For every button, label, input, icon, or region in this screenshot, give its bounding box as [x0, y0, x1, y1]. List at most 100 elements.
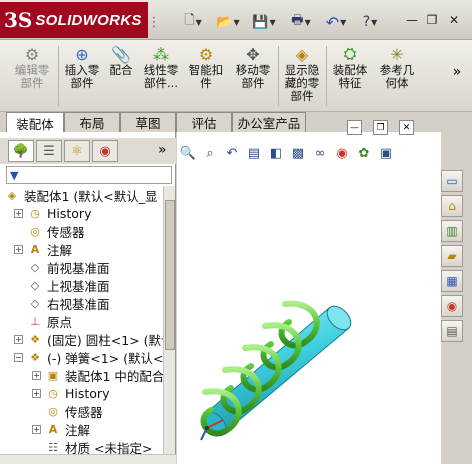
- ribbon-divider: [326, 46, 327, 106]
- scrollbar-thumb[interactable]: [165, 200, 175, 350]
- undo-button[interactable]: ↶ ▼: [322, 12, 350, 32]
- solidworks-resources-tab[interactable]: ▭: [441, 170, 463, 192]
- tree-node-spring[interactable]: − ❖ (-) 弹簧<1> (默认<<: [14, 348, 163, 366]
- open-document-button[interactable]: 📂 ▼: [214, 12, 242, 32]
- design-library-tab[interactable]: ▥: [441, 220, 463, 242]
- tree-node-label: 上视基准面: [47, 278, 110, 294]
- linear-pattern-button[interactable]: ⁂ 线性零 部件...: [138, 44, 184, 110]
- appearances-tab[interactable]: ◉: [441, 295, 463, 317]
- graphics-viewport[interactable]: — ❐ ✕ 🔍 ⌕ ↶ ▤ ◧ ▩ ∞ ◉ ✿ ▣: [177, 120, 441, 464]
- tab-evaluate[interactable]: 评估: [176, 112, 232, 132]
- part-icon: ❖: [30, 350, 40, 364]
- tree-node-label: 材质 <未指定>: [65, 440, 153, 455]
- configuration-manager-tab[interactable]: ⚛: [64, 140, 90, 162]
- feature-manager-tab[interactable]: 🌳: [8, 140, 34, 162]
- help-button[interactable]: ? ▼: [358, 12, 382, 32]
- insert-component-button[interactable]: ⊕ 插入零 部件: [60, 44, 104, 110]
- toolbar-gripper: ⋮: [147, 14, 161, 30]
- reference-geometry-icon: ✳: [390, 44, 404, 64]
- app-name: SOLIDWORKS: [35, 11, 142, 29]
- plane-icon: ◇: [30, 278, 40, 292]
- tree-node-cylinder[interactable]: + ❖ (固定) 圆柱<1> (默认: [14, 330, 163, 348]
- home-icon: ⌂: [448, 199, 456, 213]
- tree-node-material[interactable]: ☷ 材质 <未指定>: [45, 438, 153, 455]
- file-explorer-tab[interactable]: ▰: [441, 245, 463, 267]
- tree-node-label: History: [65, 385, 110, 401]
- expand-icon[interactable]: +: [14, 244, 23, 254]
- appearance-sphere-icon: ◉: [446, 299, 458, 313]
- tree-node-right-plane[interactable]: ◇ 右视基准面: [27, 294, 110, 312]
- expand-icon[interactable]: +: [14, 334, 23, 344]
- assembly-feature-button[interactable]: ⛭ 装配体 特征: [328, 44, 372, 110]
- tab-sketch[interactable]: 草图: [120, 112, 176, 132]
- annotation-icon: A: [48, 422, 58, 436]
- expand-icon[interactable]: +: [14, 208, 23, 218]
- material-icon: ☷: [48, 440, 58, 454]
- tab-layout[interactable]: 布局: [64, 112, 120, 132]
- custom-properties-tab[interactable]: ▤: [441, 320, 463, 342]
- chevron-down-icon: ▼: [340, 17, 347, 27]
- tree-node-origin[interactable]: ⊥ 原点: [27, 312, 72, 330]
- expand-icon[interactable]: +: [32, 388, 41, 398]
- spring-cylinder-model[interactable]: [177, 132, 441, 464]
- appearance-sphere-icon: ◉: [99, 143, 111, 159]
- ribbon-divider: [278, 46, 279, 106]
- tree-horizontal-scrollbar[interactable]: [0, 454, 176, 464]
- tree-node-top-plane[interactable]: ◇ 上视基准面: [27, 276, 110, 294]
- smart-fastener-button[interactable]: ⚙ 智能扣 件: [186, 44, 226, 110]
- reference-geometry-button[interactable]: ✳ 参考几 何体: [374, 44, 420, 110]
- tree-filter-box[interactable]: ▼: [6, 166, 172, 184]
- minimize-button[interactable]: —: [404, 12, 420, 28]
- insert-component-label: 插入零 部件: [64, 63, 100, 90]
- tree-node-label: History: [47, 205, 92, 221]
- filter-icon: ▼: [10, 168, 19, 182]
- sensor-icon: ◎: [30, 224, 40, 238]
- view-palette-tab[interactable]: ▦: [441, 270, 463, 292]
- restore-button[interactable]: ❐: [424, 12, 440, 28]
- tree-node-spring-annotations[interactable]: + A 注解: [32, 420, 90, 438]
- display-manager-tab[interactable]: ◉: [92, 140, 118, 162]
- tree-node-spring-sensors[interactable]: ◎ 传感器: [45, 402, 103, 420]
- new-document-button[interactable]: 🗋 ▼: [180, 12, 206, 32]
- linear-pattern-icon: ⁂: [153, 44, 169, 64]
- double-chevron-right-icon: »: [452, 64, 462, 80]
- expand-icon[interactable]: +: [32, 424, 41, 434]
- collapse-icon[interactable]: −: [14, 352, 23, 362]
- property-manager-tab[interactable]: ☰: [36, 140, 62, 162]
- annotation-icon: A: [30, 242, 40, 256]
- tree-node-label: 注解: [47, 242, 73, 258]
- panel-more-button[interactable]: »: [158, 142, 167, 158]
- edit-component-label: 编辑零 部件: [14, 63, 50, 90]
- tree-node-assembly1[interactable]: ◈ 装配体1 (默认<默认_显: [4, 186, 158, 204]
- save-button[interactable]: 💾 ▼: [250, 12, 278, 32]
- resources-icon: ▭: [446, 174, 458, 188]
- tree-vertical-scrollbar[interactable]: [163, 186, 175, 454]
- edit-component-button[interactable]: ⚙ 编辑零 部件: [8, 44, 56, 110]
- move-component-button[interactable]: ✥ 移动零 部件: [230, 44, 276, 110]
- print-button[interactable]: 🖶 ▼: [286, 12, 316, 32]
- tab-office-products[interactable]: 办公室产品: [232, 112, 306, 132]
- tree-node-label: 装配体1 中的配合: [65, 368, 163, 384]
- expand-icon[interactable]: +: [32, 370, 41, 380]
- move-component-label: 移动零 部件: [235, 63, 271, 90]
- feature-tree-icon: 🌳: [12, 143, 30, 159]
- tree-node-mates[interactable]: + ▣ 装配体1 中的配合: [32, 366, 163, 384]
- tree-node-label: 装配体1 (默认<默认_显: [24, 188, 158, 204]
- home-tab[interactable]: ⌂: [441, 195, 463, 217]
- tree-node-label: 前视基准面: [47, 260, 110, 276]
- close-button[interactable]: ✕: [446, 12, 462, 28]
- mate-button[interactable]: 📎 配合: [104, 44, 138, 110]
- tree-node-label: 注解: [65, 422, 91, 438]
- tree-node-label: (固定) 圆柱<1> (默认: [47, 332, 163, 348]
- tree-node-sensors[interactable]: ◎ 传感器: [27, 222, 84, 240]
- tree-node-label: 传感器: [65, 404, 103, 420]
- tree-node-history[interactable]: + ◷ History: [14, 204, 91, 222]
- tree-node-annotations[interactable]: + A 注解: [14, 240, 72, 258]
- tree-node-spring-history[interactable]: + ◷ History: [32, 384, 109, 402]
- solidworks-logo[interactable]: 3S SOLIDWORKS: [0, 2, 148, 38]
- history-icon: ◷: [48, 386, 58, 400]
- tree-node-front-plane[interactable]: ◇ 前视基准面: [27, 258, 110, 276]
- show-hidden-components-button[interactable]: ◈ 显示隐 藏的零 部件: [280, 44, 324, 110]
- plane-icon: ◇: [30, 296, 40, 310]
- tab-assembly[interactable]: 装配体: [6, 112, 64, 133]
